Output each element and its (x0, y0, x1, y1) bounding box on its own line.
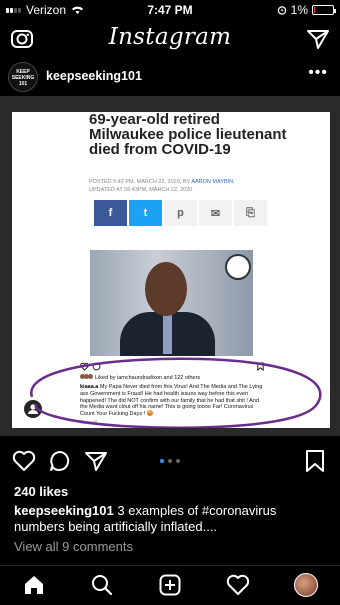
view-comments-link[interactable]: View all 9 comments (14, 539, 133, 554)
post-header: KEEP SEEKING 101 keepseeking101 ••• (0, 60, 340, 94)
post-image[interactable]: 69-year-old retired Milwaukee police lie… (0, 96, 340, 436)
carousel-dot (176, 459, 180, 463)
handdrawn-circle (30, 357, 322, 428)
activity-heart-icon[interactable] (226, 573, 250, 597)
battery-icon (312, 5, 336, 15)
new-post-icon[interactable] (158, 573, 182, 597)
app-header: Instagram (0, 22, 340, 58)
more-options-icon[interactable]: ••• (308, 64, 328, 82)
carousel-dot (168, 459, 172, 463)
post-username[interactable]: keepseeking101 (46, 69, 142, 83)
post-actions (0, 449, 340, 477)
search-icon[interactable] (90, 573, 114, 597)
screenshot-card: 69-year-old retired Milwaukee police lie… (12, 112, 330, 428)
direct-message-icon[interactable] (306, 28, 330, 50)
profile-avatar[interactable] (294, 573, 318, 597)
app-logo: Instagram (108, 24, 232, 50)
post-caption: keepseeking101 3 examples of #coronaviru… (14, 503, 324, 535)
avatar[interactable]: KEEP SEEKING 101 (8, 62, 38, 92)
battery-percent: 1% (290, 3, 308, 17)
alarm-icon (277, 6, 286, 15)
carousel-dot (160, 459, 164, 463)
bottom-tab-bar (0, 565, 340, 605)
status-bar: Verizon 7:47 PM 1% (0, 0, 340, 20)
home-icon[interactable] (22, 573, 46, 597)
status-right: 1% (277, 3, 336, 17)
likes-count[interactable]: 240 likes (14, 484, 68, 499)
carousel-indicator (0, 459, 340, 463)
caption-username[interactable]: keepseeking101 (14, 503, 114, 518)
